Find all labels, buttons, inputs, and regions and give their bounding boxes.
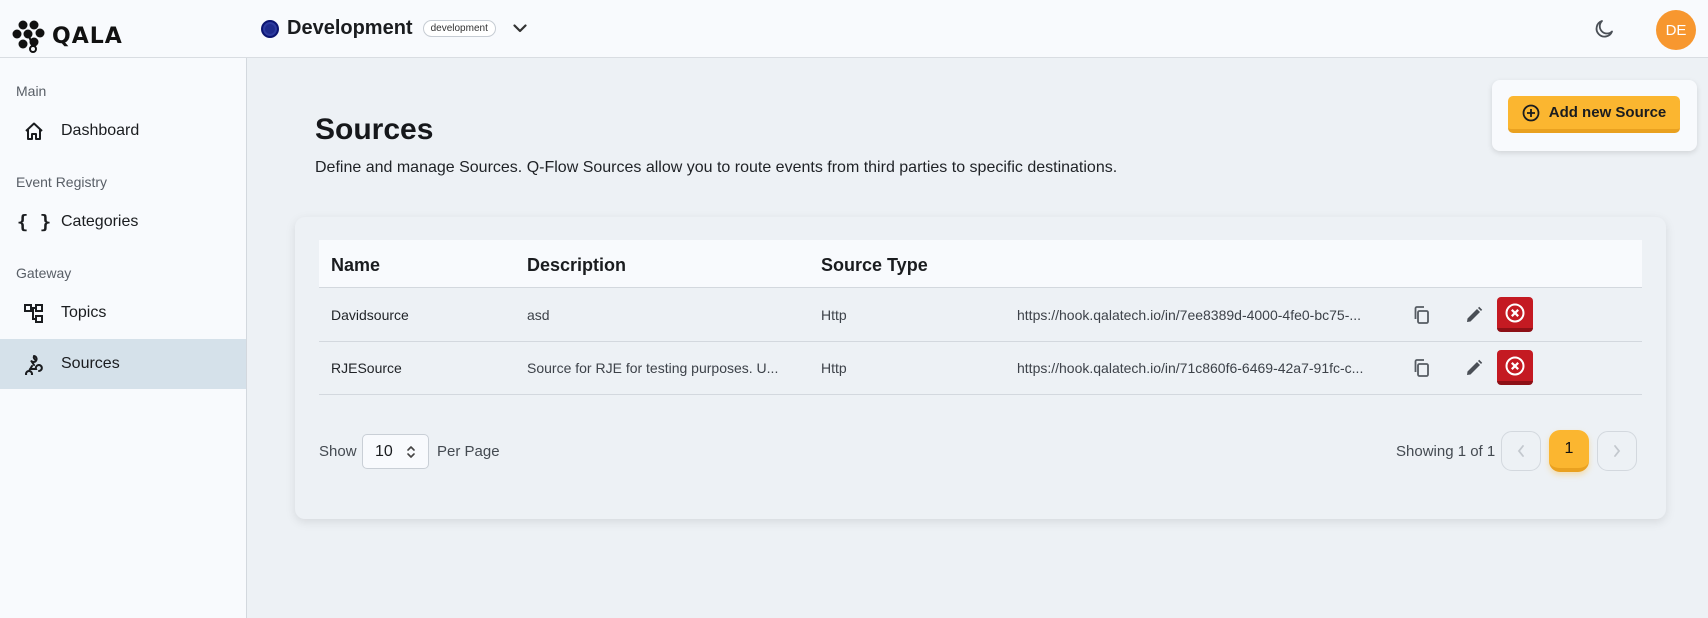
next-page-button[interactable] — [1597, 431, 1637, 471]
source-description: asd — [527, 307, 550, 323]
home-icon — [22, 119, 46, 143]
per-page-label: Per Page — [437, 443, 500, 460]
chevron-up-down-icon — [407, 446, 415, 458]
table-row[interactable]: RJESource Source for RJE for testing pur… — [319, 342, 1642, 395]
edit-pencil-icon[interactable] — [1461, 355, 1487, 381]
qala-logo-icon — [12, 20, 45, 53]
page-1-button[interactable]: 1 — [1549, 430, 1589, 472]
copy-icon[interactable] — [1409, 302, 1435, 328]
table-header: Name Description Source Type — [319, 240, 1642, 288]
plus-circle-icon — [1522, 104, 1540, 121]
show-label: Show — [319, 443, 357, 460]
sidebar: Main Dashboard Event Registry { } Catego… — [0, 58, 247, 618]
delete-button[interactable] — [1497, 297, 1533, 332]
source-name: RJESource — [331, 360, 402, 376]
source-name: Davidsource — [331, 307, 409, 323]
column-header-name: Name — [331, 255, 381, 275]
section-label-gateway: Gateway — [16, 265, 72, 281]
theme-toggle-moon-icon[interactable] — [1592, 17, 1616, 41]
sidebar-item-label: Topics — [61, 304, 107, 321]
column-header-description: Description — [527, 255, 627, 275]
add-source-panel: Add new Source — [1492, 80, 1697, 151]
close-circle-icon — [1505, 356, 1525, 375]
showing-count: Showing 1 of 1 — [1396, 443, 1496, 460]
source-type: Http — [821, 360, 847, 376]
sidebar-item-label: Categories — [61, 213, 139, 230]
braces-icon: { } — [16, 211, 52, 233]
sidebar-item-dashboard[interactable]: Dashboard — [0, 106, 246, 156]
per-page-select[interactable]: 10 — [362, 434, 429, 469]
chevron-right-icon — [1614, 445, 1621, 457]
logo[interactable]: QALA — [12, 18, 123, 54]
chevron-down-icon[interactable] — [510, 19, 530, 39]
webhook-icon — [22, 352, 46, 376]
sources-table-card: Name Description Source Type Davidsource… — [295, 217, 1666, 519]
environment-badge: development — [422, 20, 496, 37]
user-avatar[interactable]: DE — [1656, 10, 1696, 50]
chevron-left-icon — [1517, 445, 1524, 457]
close-circle-icon — [1505, 303, 1525, 322]
section-label-event-registry: Event Registry — [16, 174, 108, 190]
environment-name: Development — [287, 17, 413, 39]
source-type: Http — [821, 307, 847, 323]
sidebar-item-topics[interactable]: Topics — [0, 288, 246, 338]
edit-pencil-icon[interactable] — [1461, 302, 1487, 328]
table-row[interactable]: Davidsource asd Http https://hook.qalate… — [319, 289, 1642, 342]
sidebar-item-label: Sources — [61, 355, 120, 372]
page-description: Define and manage Sources. Q-Flow Source… — [315, 159, 1118, 176]
sidebar-item-sources[interactable]: Sources — [0, 339, 246, 389]
copy-icon[interactable] — [1409, 355, 1435, 381]
logo-text: QALA — [52, 23, 123, 49]
column-header-source-type: Source Type — [821, 255, 928, 275]
per-page-value: 10 — [375, 442, 393, 460]
sidebar-item-categories[interactable]: { } Categories — [0, 197, 246, 247]
top-bar: QALA Development development DE — [0, 0, 1708, 58]
add-new-source-label: Add new Source — [1548, 104, 1667, 121]
previous-page-button[interactable] — [1501, 431, 1541, 471]
add-new-source-button[interactable]: Add new Source — [1508, 96, 1680, 133]
delete-button[interactable] — [1497, 350, 1533, 385]
page-title: Sources — [315, 113, 434, 146]
source-url: https://hook.qalatech.io/in/7ee8389d-400… — [1017, 307, 1362, 323]
environment-selector[interactable]: Development development — [261, 17, 530, 40]
sidebar-item-label: Dashboard — [61, 122, 140, 139]
source-description: Source for RJE for testing purposes. U..… — [527, 360, 779, 376]
environment-flag-icon — [261, 19, 279, 38]
topics-icon — [22, 301, 46, 325]
source-url: https://hook.qalatech.io/in/71c860f6-646… — [1017, 360, 1364, 376]
section-label-main: Main — [16, 83, 47, 99]
